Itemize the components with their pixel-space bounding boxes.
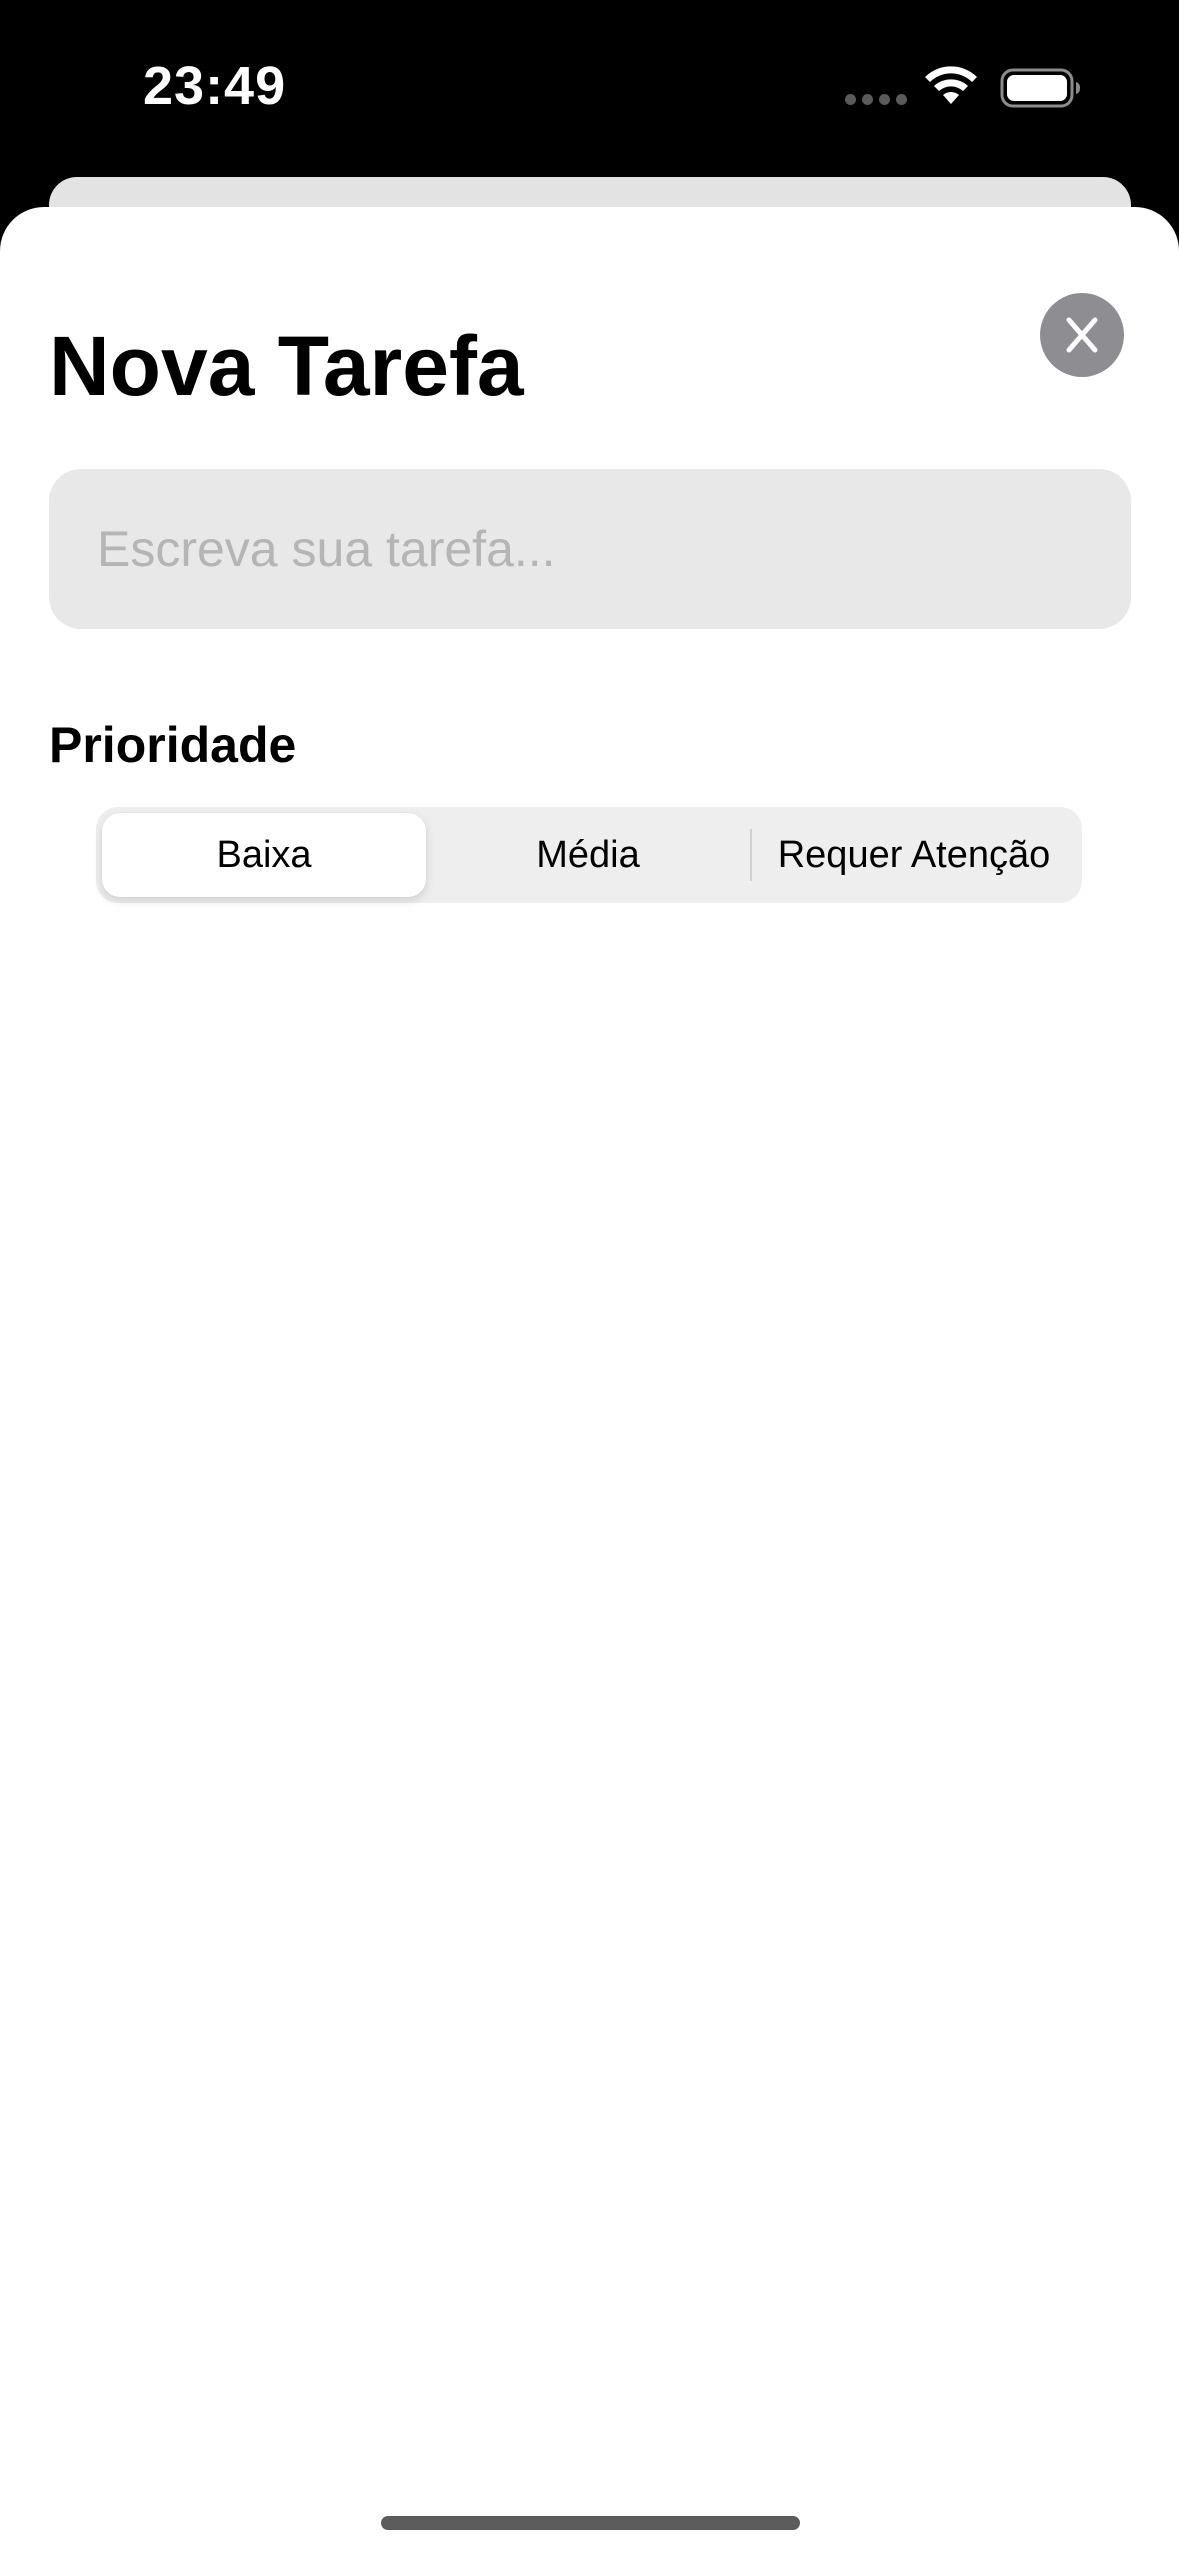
priority-segmented-control: Baixa Média Requer Atenção [96,807,1082,903]
close-button[interactable] [1040,293,1124,377]
status-bar: 23:49 [0,0,1179,180]
priority-option-requer-atencao[interactable]: Requer Atenção [752,813,1076,897]
cellular-signal-icon [845,94,907,105]
priority-label: Prioridade [49,717,297,773]
close-icon [1066,317,1098,353]
status-time: 23:49 [143,56,287,116]
page-title: Nova Tarefa [49,319,524,413]
home-indicator [381,2516,800,2530]
battery-icon [1000,68,1080,108]
priority-option-media[interactable]: Média [426,813,750,897]
priority-option-baixa[interactable]: Baixa [102,813,426,897]
task-input[interactable] [49,469,1131,629]
wifi-icon [925,66,977,104]
